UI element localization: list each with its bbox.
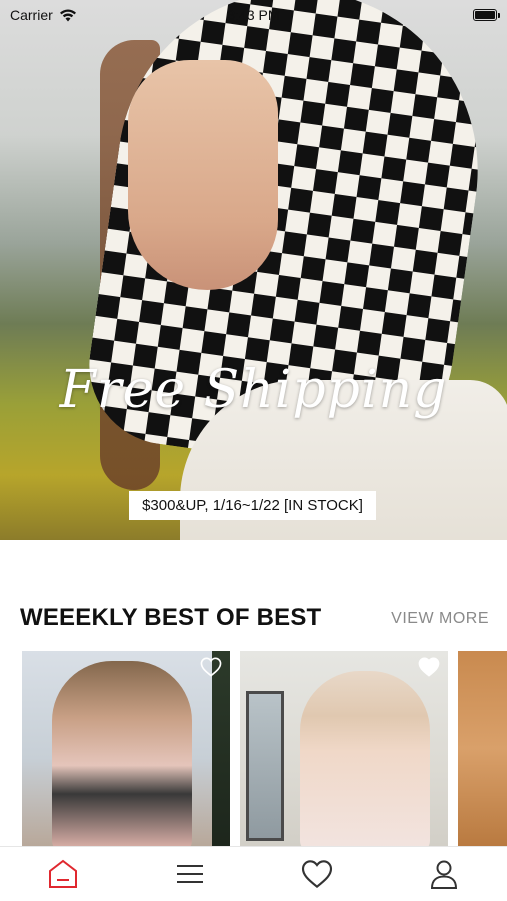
tab-menu[interactable]	[160, 847, 220, 901]
hero-banner[interactable]: Free Shipping $300&UP, 1/16~1/22 [IN STO…	[0, 0, 507, 540]
menu-icon	[177, 865, 204, 883]
product-image-plant	[212, 651, 230, 846]
product-card[interactable]	[240, 651, 448, 846]
tab-bar	[0, 846, 507, 901]
product-carousel[interactable]	[22, 651, 507, 846]
product-image	[52, 661, 192, 846]
tab-wishlist[interactable]	[287, 847, 347, 901]
product-card[interactable]	[22, 651, 230, 846]
status-left: Carrier	[10, 7, 77, 23]
battery-fill	[475, 11, 495, 19]
battery-icon	[473, 9, 500, 21]
home-icon	[49, 859, 78, 888]
carrier-label: Carrier	[10, 7, 53, 23]
product-image-window	[246, 691, 284, 841]
view-more-link[interactable]: VIEW MORE	[391, 610, 489, 628]
tab-account[interactable]	[414, 847, 474, 901]
section-title: WEEEKLY BEST OF BEST	[20, 604, 322, 631]
hero-image-face	[128, 60, 278, 290]
product-image	[300, 671, 430, 846]
tab-home[interactable]	[33, 847, 93, 901]
product-image	[458, 651, 507, 846]
product-card[interactable]	[458, 651, 507, 846]
heart-icon[interactable]	[200, 657, 222, 677]
heart-icon[interactable]	[418, 657, 440, 677]
heart-icon	[301, 860, 332, 889]
hero-promo-tag: $300&UP, 1/16~1/22 [IN STOCK]	[129, 491, 376, 520]
hero-headline: Free Shipping	[59, 360, 448, 420]
user-icon	[430, 860, 457, 889]
wifi-icon	[59, 9, 76, 22]
status-bar: Carrier 3:43 PM	[0, 0, 507, 30]
